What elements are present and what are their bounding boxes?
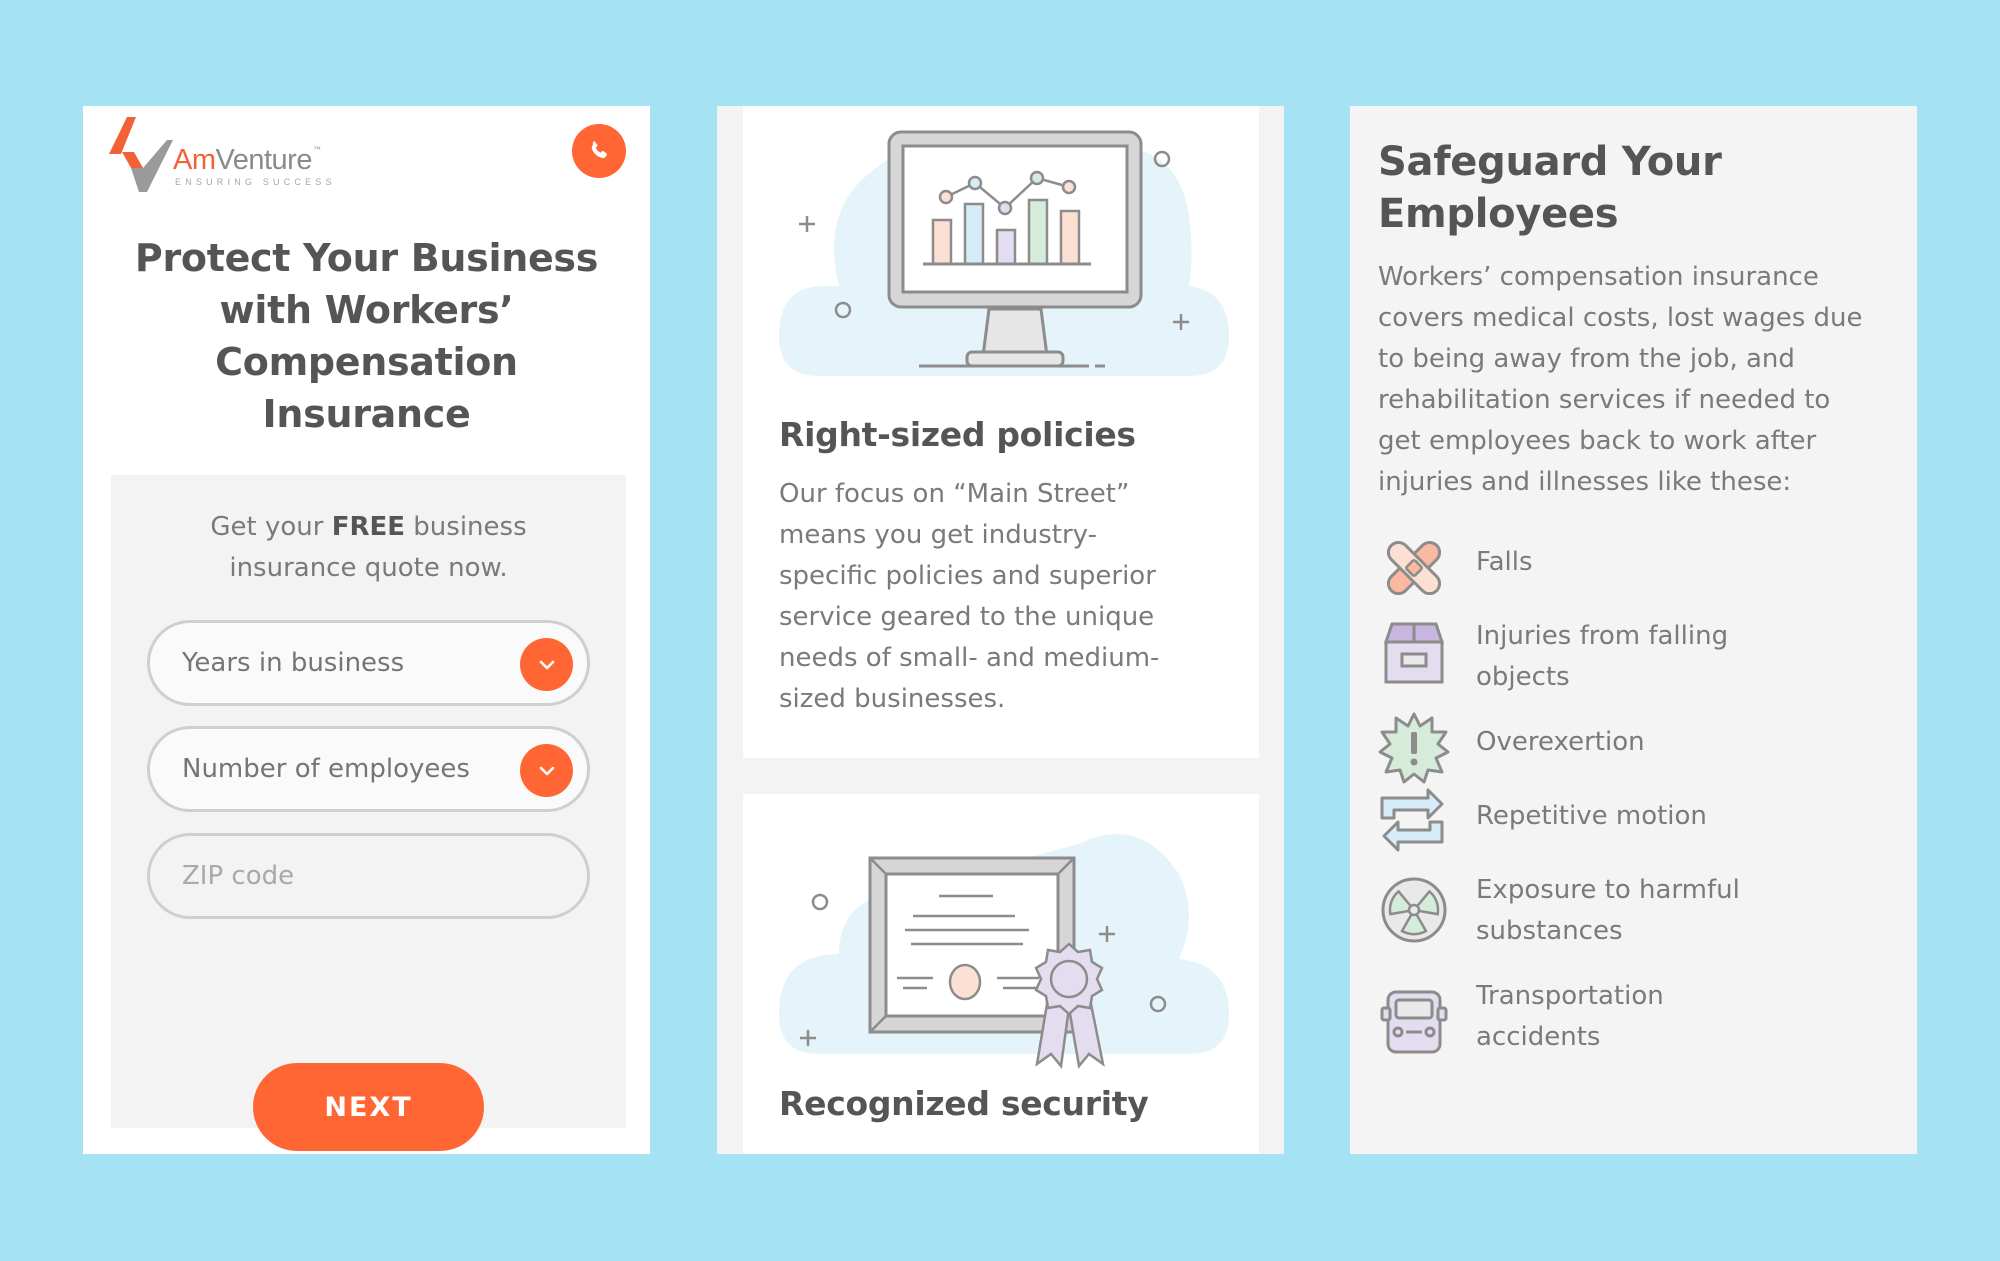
form-intro: Get your FREE business insurance quote n…: [111, 507, 626, 589]
logo-tagline: ENSURING SUCCESS: [175, 177, 336, 187]
logo-am: Am: [173, 144, 216, 176]
feature-body-line: service geared to the unique: [779, 602, 1155, 632]
feature-body-line: means you get industry-: [779, 520, 1097, 550]
risk-label-line: Falls: [1476, 547, 1533, 577]
feature-body-line: sized businesses.: [779, 684, 1006, 714]
logo-trademark: ™: [312, 145, 321, 154]
risk-label-line: Overexertion: [1476, 727, 1645, 757]
intro-free-emphasis: FREE: [331, 512, 406, 542]
section-title: Safeguard Your Employees: [1378, 136, 1878, 240]
risk-label: Overexertion: [1476, 722, 1796, 763]
section-title-line: Safeguard Your: [1378, 139, 1722, 185]
zip-placeholder: ZIP code: [182, 861, 295, 891]
monitor-chart-illustration: [779, 130, 1229, 376]
intro-text: Get your: [210, 512, 332, 542]
risk-label: Injuries from falling objects: [1476, 616, 1796, 698]
risk-item-falls: Falls: [1378, 540, 1878, 622]
number-of-employees-select[interactable]: Number of employees: [147, 726, 590, 812]
select-label: Number of employees: [182, 754, 470, 784]
radiation-icon: [1381, 877, 1447, 943]
risk-item-overexertion: Overexertion: [1378, 712, 1878, 802]
alert-burst-icon: [1378, 712, 1450, 784]
section-body-line: Workers’ compensation insurance: [1378, 262, 1819, 292]
feature-body-line: Our focus on “Main Street”: [779, 479, 1130, 509]
feature-body: Our focus on “Main Street” means you get…: [779, 474, 1219, 720]
repeat-arrows-icon: [1380, 788, 1444, 852]
certificate-illustration: [779, 834, 1229, 1069]
quote-form: Get your FREE business insurance quote n…: [111, 475, 626, 1151]
call-button[interactable]: [572, 124, 626, 178]
logo-wordmark: AmVenture™: [173, 144, 321, 176]
risk-item-transportation: Transportation accidents: [1378, 976, 1878, 1056]
hero-title-line: Protect Your Business: [134, 236, 599, 280]
risk-label: Falls: [1476, 542, 1796, 583]
intro-text: business: [405, 512, 527, 542]
next-button[interactable]: NEXT: [253, 1063, 484, 1151]
feature-title: Recognized security: [779, 1084, 1149, 1123]
logo-mark-icon: [109, 117, 173, 192]
hero-title: Protect Your Business with Workers’ Comp…: [83, 232, 650, 440]
risk-item-harmful-substances: Exposure to harmful substances: [1378, 870, 1878, 950]
risk-item-repetitive-motion: Repetitive motion: [1378, 788, 1878, 876]
feature-recognized-security: Recognized security: [743, 794, 1259, 1154]
zip-code-input[interactable]: ZIP code: [147, 833, 590, 919]
phone-icon: [591, 141, 608, 159]
feature-title: Right-sized policies: [779, 415, 1136, 454]
risk-label-line: Exposure to harmful: [1476, 875, 1740, 905]
risk-label: Exposure to harmful substances: [1476, 870, 1796, 952]
section-body: Workers’ compensation insurance covers m…: [1378, 257, 1898, 503]
amventure-logo[interactable]: AmVenture™ ENSURING SUCCESS: [109, 114, 409, 194]
feature-body-line: specific policies and superior: [779, 561, 1156, 591]
select-label: Years in business: [182, 648, 405, 678]
years-in-business-select[interactable]: Years in business: [147, 620, 590, 706]
feature-body-line: needs of small- and medium-: [779, 643, 1160, 673]
box-icon: [1383, 622, 1445, 684]
intro-text-line2: insurance quote now.: [229, 553, 508, 583]
hero-title-line: Compensation: [215, 340, 518, 384]
section-body-line: get employees back to work after: [1378, 426, 1817, 456]
vehicle-icon: [1380, 990, 1448, 1054]
risk-label-line: accidents: [1476, 1022, 1601, 1052]
risk-label-line: objects: [1476, 662, 1570, 692]
risk-label-line: Transportation: [1476, 981, 1664, 1011]
risk-label: Repetitive motion: [1476, 796, 1796, 837]
section-body-line: rehabilitation services if needed to: [1378, 385, 1831, 415]
risk-item-falling-objects: Injuries from falling objects: [1378, 616, 1878, 696]
risk-label-line: Injuries from falling: [1476, 621, 1729, 651]
feature-right-sized-policies: Right-sized policies Our focus on “Main …: [743, 106, 1259, 758]
hero-title-line: Insurance: [262, 392, 471, 436]
quote-form-card: AmVenture™ ENSURING SUCCESS Protect Your…: [83, 106, 650, 1154]
logo-venture: Venture: [215, 144, 313, 176]
section-title-line: Employees: [1378, 191, 1619, 237]
section-body-line: injuries and illnesses like these:: [1378, 467, 1792, 497]
section-body-line: to being away from the job, and: [1378, 344, 1795, 374]
safeguard-employees-card: Safeguard Your Employees Workers’ compen…: [1350, 106, 1917, 1154]
chevron-down-icon[interactable]: [520, 744, 573, 797]
bandage-icon: [1386, 540, 1442, 596]
chevron-down-icon[interactable]: [520, 638, 573, 691]
risk-label-line: substances: [1476, 916, 1623, 946]
features-card: Right-sized policies Our focus on “Main …: [717, 106, 1284, 1154]
risk-label-line: Repetitive motion: [1476, 801, 1707, 831]
risk-label: Transportation accidents: [1476, 976, 1796, 1058]
section-body-line: covers medical costs, lost wages due: [1378, 303, 1863, 333]
hero-title-line: with Workers’: [219, 288, 514, 332]
